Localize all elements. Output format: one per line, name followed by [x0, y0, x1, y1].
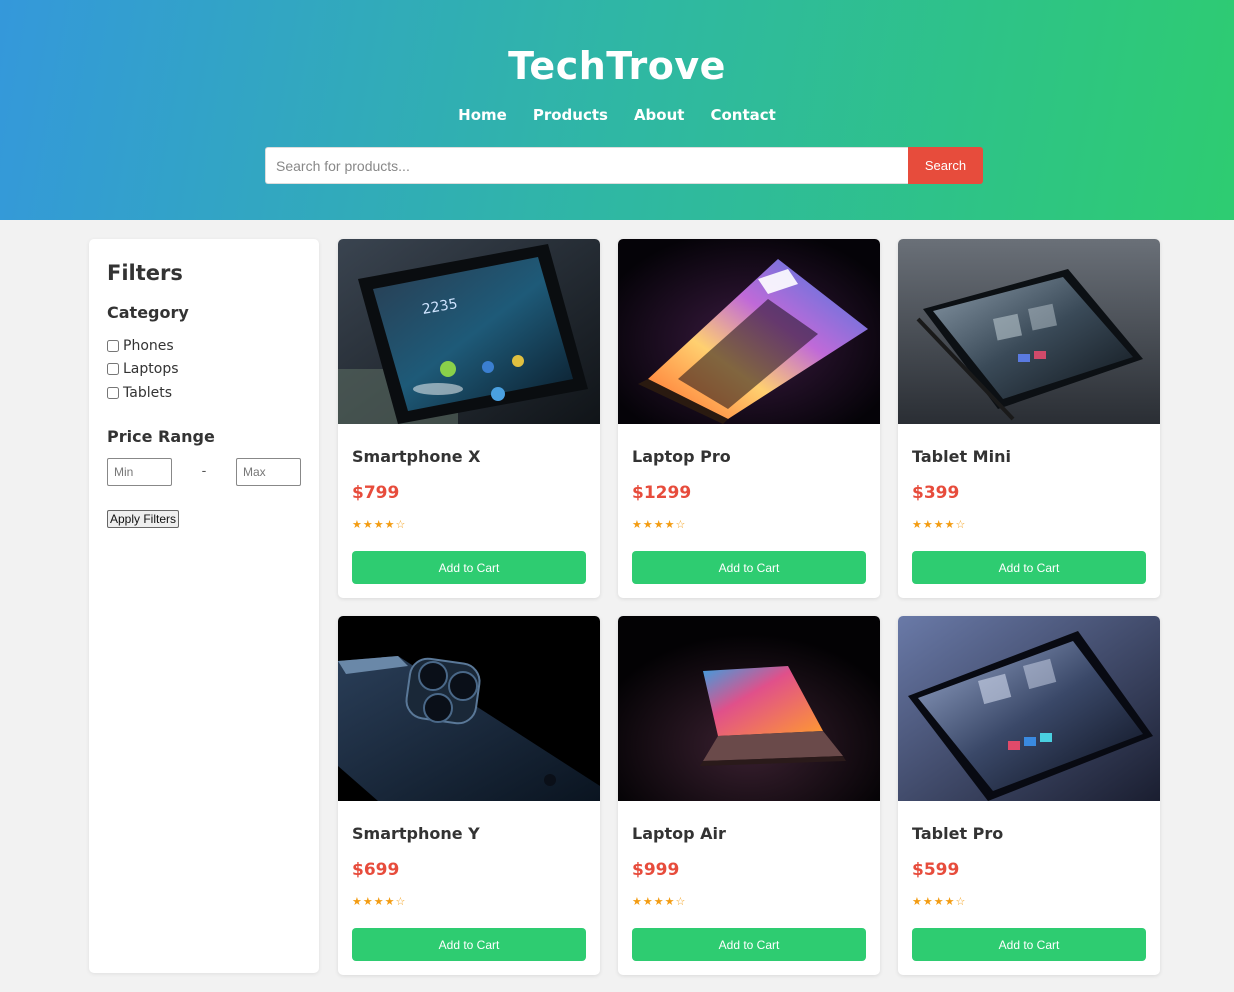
price-range-heading: Price Range [107, 426, 215, 446]
product-name[interactable]: Smartphone X [352, 447, 586, 467]
price-range-row: - [107, 457, 301, 486]
product-name[interactable]: Laptop Air [632, 824, 866, 844]
search-button[interactable]: Search [908, 147, 983, 184]
product-price: $799 [352, 483, 400, 503]
product-card: Laptop Pro $1299 ★★★★☆ Add to Cart [618, 239, 880, 598]
product-card: 2235 Smartphone X $799 ★★★★☆ Add to Cart [338, 239, 600, 598]
add-to-cart-button[interactable]: Add to Cart [352, 551, 586, 584]
category-heading: Category [107, 303, 189, 322]
laptops-label: Laptops [123, 361, 179, 378]
product-price: $599 [912, 860, 960, 880]
product-card: Tablet Pro $599 ★★★★☆ Add to Cart [898, 616, 1160, 975]
filters-sidebar: Filters Category Phones Laptops Tablets … [89, 239, 319, 973]
product-name[interactable]: Tablet Pro [912, 824, 1146, 844]
filters-title: Filters [107, 261, 183, 285]
product-grid: 2235 Smartphone X $799 ★★★★☆ Add to Cart [338, 239, 1160, 975]
phones-checkbox[interactable] [107, 339, 119, 352]
product-name[interactable]: Tablet Mini [912, 447, 1146, 467]
laptop-photo[interactable] [618, 616, 880, 801]
nav-contact[interactable]: Contact [697, 106, 788, 124]
add-to-cart-button[interactable]: Add to Cart [352, 928, 586, 961]
product-price: $399 [912, 483, 960, 503]
category-tablets[interactable]: Tablets [107, 381, 301, 405]
tablet-photo[interactable] [898, 239, 1160, 424]
search-input[interactable] [265, 147, 908, 184]
product-price: $699 [352, 860, 400, 880]
tablets-checkbox[interactable] [107, 386, 119, 399]
smartphone-photo[interactable] [338, 616, 600, 801]
product-price: $1299 [632, 483, 692, 503]
tablets-label: Tablets [123, 384, 172, 401]
product-card: Tablet Mini $399 ★★★★☆ Add to Cart [898, 239, 1160, 598]
nav-about[interactable]: About [621, 106, 698, 124]
tablet-photo[interactable] [898, 616, 1160, 801]
star-rating-icon: ★★★★☆ [632, 518, 687, 531]
star-rating-icon: ★★★★☆ [912, 895, 967, 908]
site-header: TechTrove Home Products About Contact Se… [0, 0, 1234, 220]
product-card: Smartphone Y $699 ★★★★☆ Add to Cart [338, 616, 600, 975]
main-nav: Home Products About Contact [0, 106, 1234, 124]
category-phones[interactable]: Phones [107, 334, 301, 358]
star-rating-icon: ★★★★☆ [352, 895, 407, 908]
add-to-cart-button[interactable]: Add to Cart [632, 551, 866, 584]
smartphone-photo[interactable]: 2235 [338, 239, 600, 424]
product-name[interactable]: Smartphone Y [352, 824, 586, 844]
phones-label: Phones [123, 337, 174, 354]
category-laptops[interactable]: Laptops [107, 358, 301, 382]
nav-products[interactable]: Products [520, 106, 621, 124]
star-rating-icon: ★★★★☆ [912, 518, 967, 531]
product-price: $999 [632, 860, 680, 880]
star-rating-icon: ★★★★☆ [632, 895, 687, 908]
add-to-cart-button[interactable]: Add to Cart [632, 928, 866, 961]
add-to-cart-button[interactable]: Add to Cart [912, 928, 1146, 961]
add-to-cart-button[interactable]: Add to Cart [912, 551, 1146, 584]
laptop-photo[interactable] [618, 239, 880, 424]
apply-filters-button[interactable]: Apply Filters [107, 509, 180, 528]
max-price-input[interactable] [235, 457, 301, 486]
site-title: TechTrove [508, 44, 726, 88]
nav-home[interactable]: Home [445, 106, 520, 124]
product-name[interactable]: Laptop Pro [632, 447, 866, 467]
min-price-input[interactable] [107, 457, 172, 486]
category-list: Phones Laptops Tablets [107, 334, 301, 405]
laptops-checkbox[interactable] [107, 363, 119, 376]
search-bar: Search [265, 147, 983, 184]
product-card: Laptop Air $999 ★★★★☆ Add to Cart [618, 616, 880, 975]
star-rating-icon: ★★★★☆ [352, 518, 407, 531]
price-separator: - [201, 464, 207, 479]
